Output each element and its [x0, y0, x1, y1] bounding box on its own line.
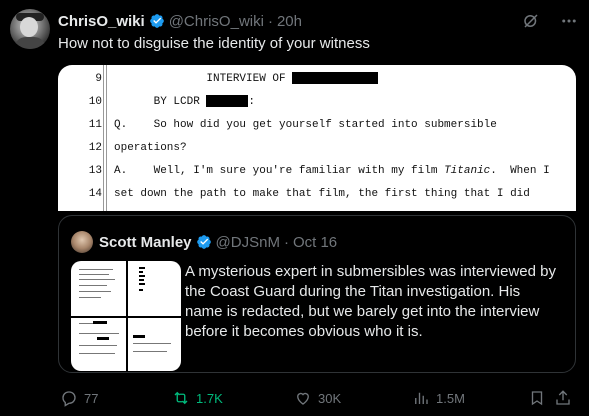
like-icon — [297, 392, 309, 405]
thumb-redaction — [97, 337, 109, 340]
doc-italic-title: Titanic — [444, 165, 491, 177]
doc-line-text: A. Well, I'm sure you're familiar with m… — [114, 165, 445, 177]
quoted-tweet-header: Scott Manley @DJSnM · Oct 16 — [99, 232, 337, 252]
quoted-author-name: Scott Manley — [99, 233, 192, 251]
thumb-redaction — [139, 267, 145, 269]
share-icon — [556, 390, 570, 405]
doc-line-number: 12 — [88, 142, 102, 154]
author-avatar[interactable] — [10, 9, 50, 49]
doc-line: 10 BY LCDR : — [58, 91, 576, 114]
thumb-text-line — [79, 353, 115, 354]
header-separator: · — [283, 233, 289, 251]
thumb-text-line — [79, 345, 117, 346]
reply-button[interactable]: 77 — [60, 388, 98, 408]
quoted-author-handle: @DJSnM — [215, 233, 280, 251]
quoted-tweet-text: A mysterious expert in submersibles was … — [185, 263, 556, 340]
doc-line-text: Q. So how did you get yourself started i… — [114, 119, 497, 131]
thumb-redaction — [133, 335, 145, 338]
repost-button[interactable]: 1.7K — [172, 388, 223, 408]
verified-badge-icon — [149, 13, 165, 29]
redaction-block — [292, 72, 379, 85]
doc-line: 13 A. Well, I'm sure you're familiar wit… — [58, 160, 576, 183]
tweet-header: ChrisO_wiki @ChrisO_wiki · 20h — [58, 11, 302, 31]
thumb-text-line — [79, 269, 113, 270]
tweet-text: How not to disguise the identity of your… — [58, 35, 370, 52]
tweet-action-bar: 77 1.7K 30K 1.5M — [58, 388, 576, 408]
quoted-author-avatar[interactable] — [71, 231, 93, 253]
repost-icon — [174, 391, 188, 405]
verified-badge-icon — [196, 234, 212, 250]
thumb-redaction — [139, 289, 143, 291]
doc-line-text: INTERVIEW OF — [114, 73, 293, 85]
grok-icon[interactable] — [521, 11, 541, 31]
thumb-text-line — [79, 279, 115, 280]
thumb-text-line — [133, 351, 167, 352]
like-button[interactable]: 30K — [294, 388, 341, 408]
thumb-text-line — [79, 291, 111, 292]
thumb-text-line — [79, 274, 109, 275]
thumb-text-line — [79, 323, 93, 324]
doc-line: 11 Q. So how did you get yourself starte… — [58, 114, 576, 137]
bookmark-icon — [531, 391, 543, 406]
header-separator: · — [267, 12, 273, 30]
doc-line-number: 14 — [88, 188, 102, 200]
doc-line-number: 9 — [95, 73, 102, 85]
tweet-top-actions — [521, 11, 579, 31]
repost-count: 1.7K — [196, 390, 223, 406]
avatar-body — [14, 37, 46, 49]
tweet-media-document[interactable]: 9 INTERVIEW OF 10 BY LCDR : 11 Q. So how… — [58, 65, 576, 211]
author-name[interactable]: ChrisO_wiki — [58, 13, 145, 30]
share-button[interactable] — [554, 388, 572, 408]
thumb-text-line — [79, 333, 119, 334]
doc-line: 9 INTERVIEW OF — [58, 68, 576, 91]
doc-line-text: set down the path to make that film, the… — [114, 188, 530, 200]
doc-line-number: 10 — [88, 96, 102, 108]
doc-line-suffix: : — [248, 96, 256, 108]
bookmark-button[interactable] — [528, 388, 546, 408]
doc-line-text: operations? — [114, 142, 187, 154]
like-count: 30K — [318, 390, 342, 406]
author-handle[interactable]: @ChrisO_wiki — [169, 13, 264, 30]
quoted-tweet[interactable]: Scott Manley @DJSnM · Oct 16 A mysteriou… — [58, 215, 576, 373]
quoted-tweet-date: Oct 16 — [292, 233, 338, 251]
views-icon — [415, 392, 428, 404]
tweet-timestamp[interactable]: 20h — [277, 13, 302, 30]
doc-line-number: 13 — [88, 165, 102, 177]
doc-line: 12 operations? — [58, 137, 576, 160]
thumb-divider — [71, 316, 181, 318]
views-count: 1.5M — [436, 390, 465, 406]
doc-line-text: BY LCDR — [114, 96, 207, 108]
redaction-block — [206, 95, 249, 108]
doc-line-number: 11 — [88, 119, 102, 131]
thumb-redaction — [139, 283, 145, 285]
thumb-redaction — [139, 279, 144, 281]
thumb-redaction — [139, 271, 143, 273]
avatar-face — [20, 17, 38, 37]
thumb-redaction — [93, 321, 107, 324]
quoted-tweet-thumbnail[interactable] — [71, 261, 181, 371]
thumb-text-line — [79, 297, 101, 298]
reply-icon — [62, 391, 76, 407]
more-icon[interactable] — [559, 11, 579, 31]
thumb-text-line — [79, 285, 107, 286]
views-button[interactable]: 1.5M — [412, 388, 465, 408]
thumb-redaction — [139, 275, 145, 277]
doc-line-suffix: . When I — [490, 165, 550, 177]
thumb-text-line — [133, 343, 171, 344]
reply-count: 77 — [84, 390, 99, 406]
doc-line: 14 set down the path to make that film, … — [58, 183, 576, 206]
